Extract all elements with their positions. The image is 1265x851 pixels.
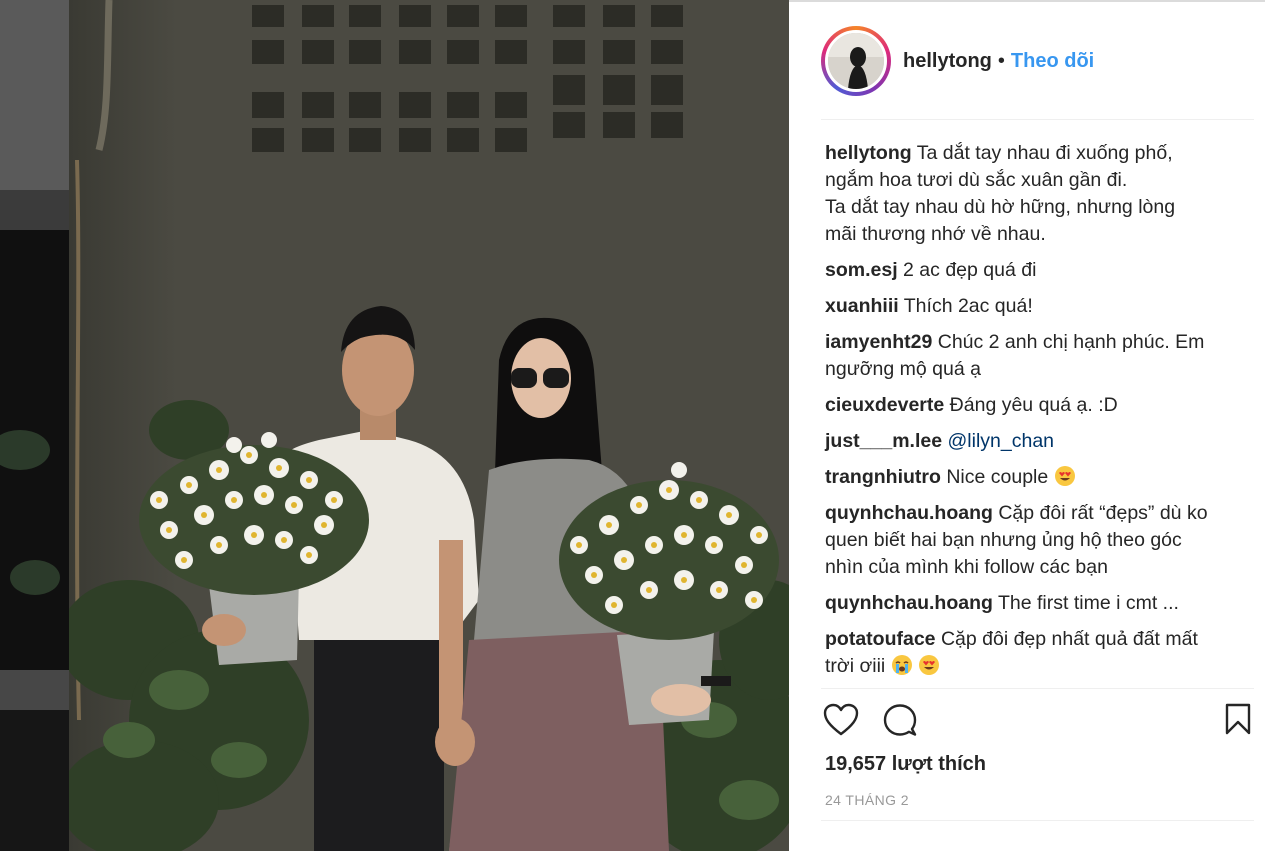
comment-item: xuanhiii Thích 2ac quá! (825, 293, 1225, 320)
comment-username-link[interactable]: xuanhiii (825, 295, 899, 317)
comment-username-link[interactable]: quynhchau.hoang (825, 592, 993, 614)
caption-line: ngắm hoa tươi dù sắc xuân gần đi. (825, 169, 1128, 191)
background-tile (0, 190, 69, 230)
caption-line: Ta dắt tay nhau dù hờ hững, nhưng lòng (825, 196, 1176, 218)
background-tile (0, 0, 69, 190)
comment-item: cieuxdeverte Đáng yêu quá ạ. :D (825, 392, 1225, 419)
comment-item: quynhchau.hoang Cặp đôi rất “đẹps” dù ko… (825, 500, 1225, 581)
background-tile (0, 670, 69, 710)
comment-item: potatouface Cặp đôi đẹp nhất quả đất mất… (825, 626, 1225, 680)
comment-item: som.esj 2 ac đẹp quá đi (825, 257, 1225, 284)
comment-text: Nice couple (946, 466, 1049, 488)
background-tile (0, 230, 69, 670)
mention-link[interactable]: @lilyn_chan (948, 430, 1055, 452)
comment-text: 2 ac đẹp quá đi (903, 259, 1037, 281)
header-user-line: hellytong • Theo dõi (903, 50, 1094, 73)
comment-username-link[interactable]: potatouface (825, 628, 936, 650)
post-photo[interactable] (69, 0, 789, 851)
post-header: hellytong • Theo dõi (821, 26, 1254, 120)
comment-username-link[interactable]: iamyenht29 (825, 331, 932, 353)
post-side-panel: hellytong • Theo dõi hellytong Ta dắt tay … (789, 0, 1265, 851)
leaf-shape (10, 560, 60, 595)
comment-item: quynhchau.hoang The first time i cmt ... (825, 590, 1225, 617)
background-tile (0, 710, 69, 851)
comment-username-link[interactable]: just___m.lee (825, 430, 942, 452)
comment-username-link[interactable]: quynhchau.hoang (825, 502, 993, 524)
caption: hellytong Ta dắt tay nhau đi xuống phố, … (825, 140, 1225, 248)
heart-eyes-emoji (919, 655, 940, 675)
caption-username-link[interactable]: hellytong (825, 142, 912, 164)
comment-username-link[interactable]: som.esj (825, 259, 898, 281)
header-username-link[interactable]: hellytong (903, 50, 992, 72)
story-ring[interactable] (821, 26, 891, 96)
caption-line: Ta dắt tay nhau đi xuống phố, (916, 142, 1173, 164)
comments-list: hellytong Ta dắt tay nhau đi xuống phố, … (825, 140, 1225, 689)
comment-item: just___m.lee @lilyn_chan (825, 428, 1225, 455)
crying-emoji (891, 655, 912, 675)
comment-item: trangnhiutro Nice couple (825, 464, 1225, 491)
comment-text: Đáng yêu quá ạ. :D (949, 394, 1118, 416)
comment-bubble-icon[interactable] (883, 703, 917, 737)
leaf-shape (0, 430, 50, 470)
heart-eyes-emoji (1054, 466, 1075, 486)
comment-username-link[interactable]: cieuxdeverte (825, 394, 944, 416)
caption-line: mãi thương nhớ về nhau. (825, 223, 1046, 245)
comment-item: iamyenht29 Chúc 2 anh chị hạnh phúc. Em … (825, 329, 1225, 383)
comment-text: The first time i cmt ... (998, 592, 1179, 614)
divider (821, 820, 1254, 821)
background-page[interactable] (0, 0, 69, 851)
comment-username-link[interactable]: trangnhiutro (825, 466, 941, 488)
post-actions (821, 688, 1254, 749)
comment-text: Thích 2ac quá! (903, 295, 1033, 317)
avatar[interactable] (825, 30, 887, 92)
post-date[interactable]: 24 THÁNG 2 (825, 792, 909, 808)
follow-button[interactable]: Theo dõi (1011, 50, 1094, 72)
bookmark-icon[interactable] (1225, 703, 1251, 735)
likes-count[interactable]: 19,657 lượt thích (825, 753, 986, 776)
separator-dot: • (997, 50, 1005, 72)
heart-outline-icon[interactable] (823, 703, 859, 737)
